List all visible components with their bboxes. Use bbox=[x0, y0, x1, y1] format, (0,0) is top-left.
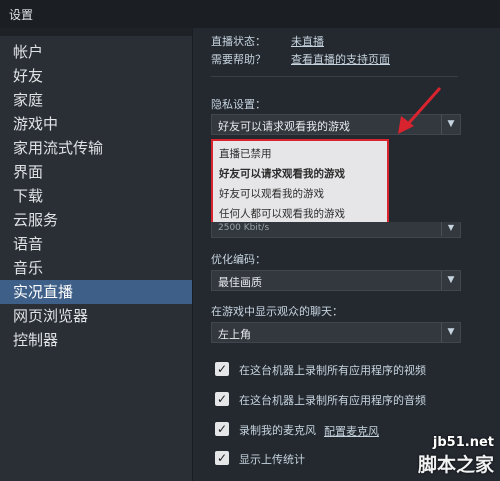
watermark-site: jb51.net bbox=[432, 435, 494, 450]
privacy-select[interactable]: 好友可以请求观看我的游戏 ▼ bbox=[211, 114, 461, 135]
check-icon[interactable]: ✓ bbox=[215, 422, 229, 436]
privacy-dropdown: 直播已禁用 好友可以请求观看我的游戏 好友可以观看我的游戏 任何人都可以观看我的… bbox=[211, 139, 389, 225]
privacy-option-anyone-watch[interactable]: 任何人都可以观看我的游戏 bbox=[219, 206, 345, 221]
bitrate-select-value: 2500 Kbit/s bbox=[218, 223, 270, 233]
check-icon[interactable]: ✓ bbox=[215, 362, 229, 376]
sidebar-item-music[interactable]: 音乐 bbox=[0, 256, 192, 280]
chat-position-label: 在游戏中显示观众的聊天： bbox=[211, 305, 343, 318]
sidebar-item-interface[interactable]: 界面 bbox=[0, 160, 192, 184]
sidebar-top-band bbox=[0, 28, 192, 36]
check-icon[interactable]: ✓ bbox=[215, 392, 229, 406]
configure-mic-link[interactable]: 配置麦克风 bbox=[324, 423, 379, 439]
sidebar-item-voice[interactable]: 语音 bbox=[0, 232, 192, 256]
watermark-name: 脚本之家 bbox=[417, 454, 494, 476]
divider bbox=[211, 76, 458, 77]
sidebar-item-in-home-streaming[interactable]: 家用流式传输 bbox=[0, 136, 192, 160]
title-bar: 设置 bbox=[0, 0, 500, 28]
sidebar-item-family[interactable]: 家庭 bbox=[0, 88, 192, 112]
chevron-down-icon: ▼ bbox=[441, 271, 460, 290]
sidebar-item-cloud[interactable]: 云服务 bbox=[0, 208, 192, 232]
upload-stats-label: 显示上传统计 bbox=[239, 453, 305, 466]
record-audio-label: 在这台机器上录制所有应用程序的音频 bbox=[239, 394, 426, 407]
sidebar: 帐户 好友 家庭 游戏中 家用流式传输 界面 下载 云服务 语音 音乐 实况直播 网页浏览器 控制器 bbox=[0, 28, 193, 481]
sidebar-item-friends[interactable]: 好友 bbox=[0, 64, 192, 88]
help-label: 需要帮助？ bbox=[211, 53, 266, 66]
privacy-option-friends-watch[interactable]: 好友可以观看我的游戏 bbox=[219, 186, 324, 201]
support-page-link[interactable]: 查看直播的支持页面 bbox=[291, 51, 390, 67]
bitrate-select[interactable]: 2500 Kbit/s ▼ bbox=[211, 222, 461, 238]
encoding-label: 优化编码： bbox=[211, 253, 266, 266]
chat-position-select[interactable]: 左上角 ▼ bbox=[211, 322, 461, 343]
chevron-down-icon: ▼ bbox=[441, 115, 460, 134]
record-mic-label: 录制我的麦克风 bbox=[239, 424, 316, 437]
window-title: 设置 bbox=[9, 8, 34, 22]
sidebar-item-account[interactable]: 帐户 bbox=[0, 40, 192, 64]
check-icon[interactable]: ✓ bbox=[215, 451, 229, 465]
broadcast-status-label: 直播状态： bbox=[211, 35, 266, 48]
broadcast-status-value: 未直播 bbox=[291, 35, 324, 48]
privacy-option-friends-request[interactable]: 好友可以请求观看我的游戏 bbox=[219, 166, 345, 181]
sidebar-item-downloads[interactable]: 下载 bbox=[0, 184, 192, 208]
privacy-label: 隐私设置： bbox=[211, 98, 266, 111]
encoding-select[interactable]: 最佳画质 ▼ bbox=[211, 270, 461, 291]
privacy-select-value: 好友可以请求观看我的游戏 bbox=[218, 120, 350, 133]
chevron-down-icon: ▼ bbox=[441, 323, 460, 342]
record-video-label: 在这台机器上录制所有应用程序的视频 bbox=[239, 364, 426, 377]
watermark: jb51.net 脚本之家 bbox=[418, 435, 494, 477]
sidebar-item-controller[interactable]: 控制器 bbox=[0, 328, 192, 352]
chat-position-select-value: 左上角 bbox=[218, 328, 251, 341]
chevron-down-icon: ▼ bbox=[441, 222, 460, 236]
privacy-option-disabled[interactable]: 直播已禁用 bbox=[219, 146, 272, 161]
encoding-select-value: 最佳画质 bbox=[218, 276, 262, 289]
sidebar-item-web-browser[interactable]: 网页浏览器 bbox=[0, 304, 192, 328]
sidebar-item-broadcasting[interactable]: 实况直播 bbox=[0, 280, 192, 304]
sidebar-item-in-game[interactable]: 游戏中 bbox=[0, 112, 192, 136]
